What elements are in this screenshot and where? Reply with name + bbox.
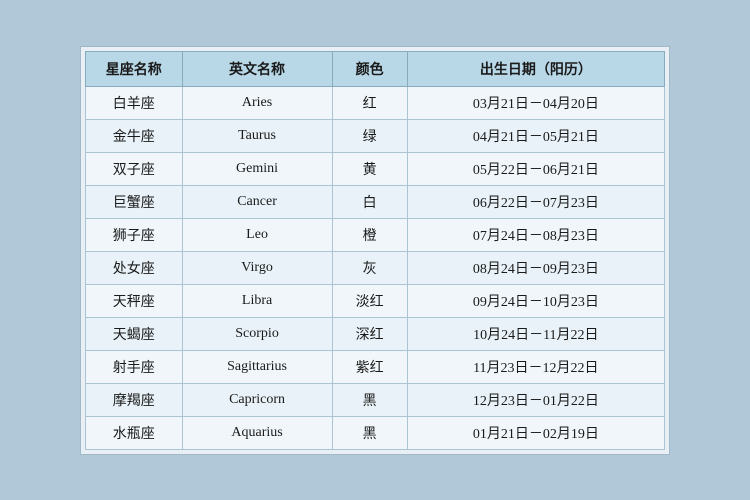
cell-english: Cancer [182, 185, 332, 218]
table-row: 金牛座Taurus绿04月21日－05月21日 [86, 119, 665, 152]
table-row: 水瓶座Aquarius黑01月21日－02月19日 [86, 416, 665, 449]
cell-color: 深红 [332, 317, 407, 350]
cell-color: 橙 [332, 218, 407, 251]
cell-date: 06月22日－07月23日 [407, 185, 664, 218]
cell-date: 01月21日－02月19日 [407, 416, 664, 449]
cell-date: 09月24日－10月23日 [407, 284, 664, 317]
cell-chinese: 白羊座 [86, 86, 183, 119]
zodiac-table-container: 星座名称 英文名称 颜色 出生日期（阳历） 白羊座Aries红03月21日－04… [80, 46, 670, 455]
table-row: 双子座Gemini黄05月22日－06月21日 [86, 152, 665, 185]
table-row: 射手座Sagittarius紫红11月23日－12月22日 [86, 350, 665, 383]
cell-date: 08月24日－09月23日 [407, 251, 664, 284]
cell-date: 05月22日－06月21日 [407, 152, 664, 185]
table-row: 摩羯座Capricorn黑12月23日－01月22日 [86, 383, 665, 416]
cell-chinese: 狮子座 [86, 218, 183, 251]
cell-color: 黑 [332, 383, 407, 416]
header-date: 出生日期（阳历） [407, 51, 664, 86]
cell-english: Sagittarius [182, 350, 332, 383]
cell-chinese: 水瓶座 [86, 416, 183, 449]
cell-chinese: 射手座 [86, 350, 183, 383]
table-row: 天蝎座Scorpio深红10月24日－11月22日 [86, 317, 665, 350]
table-header-row: 星座名称 英文名称 颜色 出生日期（阳历） [86, 51, 665, 86]
cell-chinese: 巨蟹座 [86, 185, 183, 218]
cell-color: 黄 [332, 152, 407, 185]
cell-english: Libra [182, 284, 332, 317]
table-row: 巨蟹座Cancer白06月22日－07月23日 [86, 185, 665, 218]
cell-chinese: 天秤座 [86, 284, 183, 317]
cell-english: Scorpio [182, 317, 332, 350]
cell-chinese: 双子座 [86, 152, 183, 185]
header-chinese: 星座名称 [86, 51, 183, 86]
cell-english: Leo [182, 218, 332, 251]
cell-color: 黑 [332, 416, 407, 449]
cell-date: 12月23日－01月22日 [407, 383, 664, 416]
cell-color: 白 [332, 185, 407, 218]
cell-english: Aries [182, 86, 332, 119]
cell-date: 11月23日－12月22日 [407, 350, 664, 383]
table-row: 狮子座Leo橙07月24日－08月23日 [86, 218, 665, 251]
table-row: 天秤座Libra淡红09月24日－10月23日 [86, 284, 665, 317]
cell-date: 04月21日－05月21日 [407, 119, 664, 152]
cell-color: 淡红 [332, 284, 407, 317]
cell-english: Taurus [182, 119, 332, 152]
cell-chinese: 处女座 [86, 251, 183, 284]
cell-chinese: 天蝎座 [86, 317, 183, 350]
cell-date: 07月24日－08月23日 [407, 218, 664, 251]
cell-color: 红 [332, 86, 407, 119]
header-color: 颜色 [332, 51, 407, 86]
cell-date: 10月24日－11月22日 [407, 317, 664, 350]
cell-color: 紫红 [332, 350, 407, 383]
table-row: 处女座Virgo灰08月24日－09月23日 [86, 251, 665, 284]
cell-chinese: 金牛座 [86, 119, 183, 152]
cell-english: Virgo [182, 251, 332, 284]
cell-english: Aquarius [182, 416, 332, 449]
cell-english: Capricorn [182, 383, 332, 416]
header-english: 英文名称 [182, 51, 332, 86]
zodiac-table: 星座名称 英文名称 颜色 出生日期（阳历） 白羊座Aries红03月21日－04… [85, 51, 665, 450]
cell-color: 灰 [332, 251, 407, 284]
cell-color: 绿 [332, 119, 407, 152]
cell-date: 03月21日－04月20日 [407, 86, 664, 119]
cell-chinese: 摩羯座 [86, 383, 183, 416]
cell-english: Gemini [182, 152, 332, 185]
table-row: 白羊座Aries红03月21日－04月20日 [86, 86, 665, 119]
